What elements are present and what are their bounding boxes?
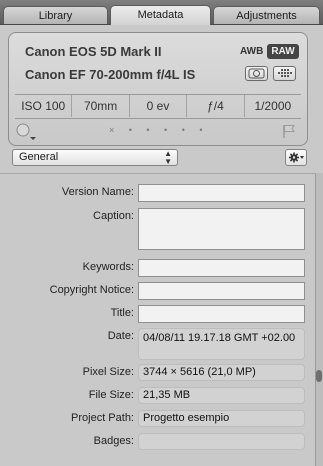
badges-value: [138, 433, 305, 450]
raw-badge: RAW: [267, 44, 299, 59]
gear-menu-button[interactable]: [285, 149, 307, 166]
copyright-label: Copyright Notice:: [49, 284, 134, 296]
date-value: 04/08/11 19.17.18 GMT +02.00: [138, 328, 305, 360]
date-label: Date:: [107, 330, 134, 342]
metadata-view-select[interactable]: General ▲ ▼: [12, 149, 178, 166]
badges-label: Badges:: [93, 435, 134, 447]
shutter-speed-value: 1/2000: [254, 99, 292, 113]
lens-name: Canon EF 70-200mm f/4L IS: [25, 67, 196, 82]
pixel-size-value: 3744 × 5616 (21,0 MP): [138, 364, 305, 381]
project-path-label: Project Path:: [71, 412, 134, 424]
title-field[interactable]: [138, 305, 305, 323]
white-balance-label: AWB: [240, 46, 264, 57]
version-name-field[interactable]: [138, 184, 305, 202]
tab-library[interactable]: Library: [3, 6, 108, 24]
caption-label: Caption:: [93, 210, 134, 222]
tab-adjustments[interactable]: Adjustments: [213, 6, 320, 24]
exposure-comp-value: 0 ev: [130, 95, 188, 117]
title-label: Title:: [110, 307, 134, 319]
tab-bar: Library Metadata Adjustments: [0, 0, 323, 25]
color-label-icon[interactable]: [15, 122, 41, 142]
metering-mode-icon: [245, 66, 268, 81]
focus-points-icon: [273, 66, 296, 81]
copyright-field[interactable]: [138, 282, 305, 300]
scrollbar[interactable]: [315, 173, 323, 466]
scrollbar-thumb[interactable]: [316, 370, 322, 382]
rating-stars[interactable]: × • • • • •: [109, 125, 209, 135]
keywords-field[interactable]: [138, 259, 305, 277]
rating-row: × • • • • •: [9, 119, 307, 143]
iso-value: ISO 100: [15, 95, 73, 117]
flag-icon[interactable]: [281, 123, 297, 139]
file-size-label: File Size:: [88, 389, 134, 401]
gear-icon: [289, 152, 304, 163]
camera-model: Canon EOS 5D Mark II: [25, 44, 162, 59]
tab-metadata[interactable]: Metadata: [110, 5, 211, 25]
keywords-label: Keywords:: [82, 261, 134, 273]
focal-length-value: 70mm: [72, 95, 130, 117]
up-down-arrows-icon: ▲ ▼: [164, 149, 172, 166]
pixel-size-label: Pixel Size:: [82, 366, 134, 378]
camera-info-panel: Canon EOS 5D Mark II Canon EF 70-200mm f…: [8, 32, 308, 146]
metadata-view-value: General: [19, 151, 59, 163]
toolbar-separator: [0, 173, 315, 174]
project-path-value: Progetto esempio: [138, 410, 305, 427]
exif-row: ISO 100 70mm 0 ev ƒ/4 1/2000: [15, 95, 301, 117]
aperture-value: ƒ/4: [187, 95, 245, 117]
file-size-value: 21,35 MB: [138, 387, 305, 404]
version-name-label: Version Name:: [61, 186, 134, 198]
caption-field[interactable]: [138, 208, 305, 250]
